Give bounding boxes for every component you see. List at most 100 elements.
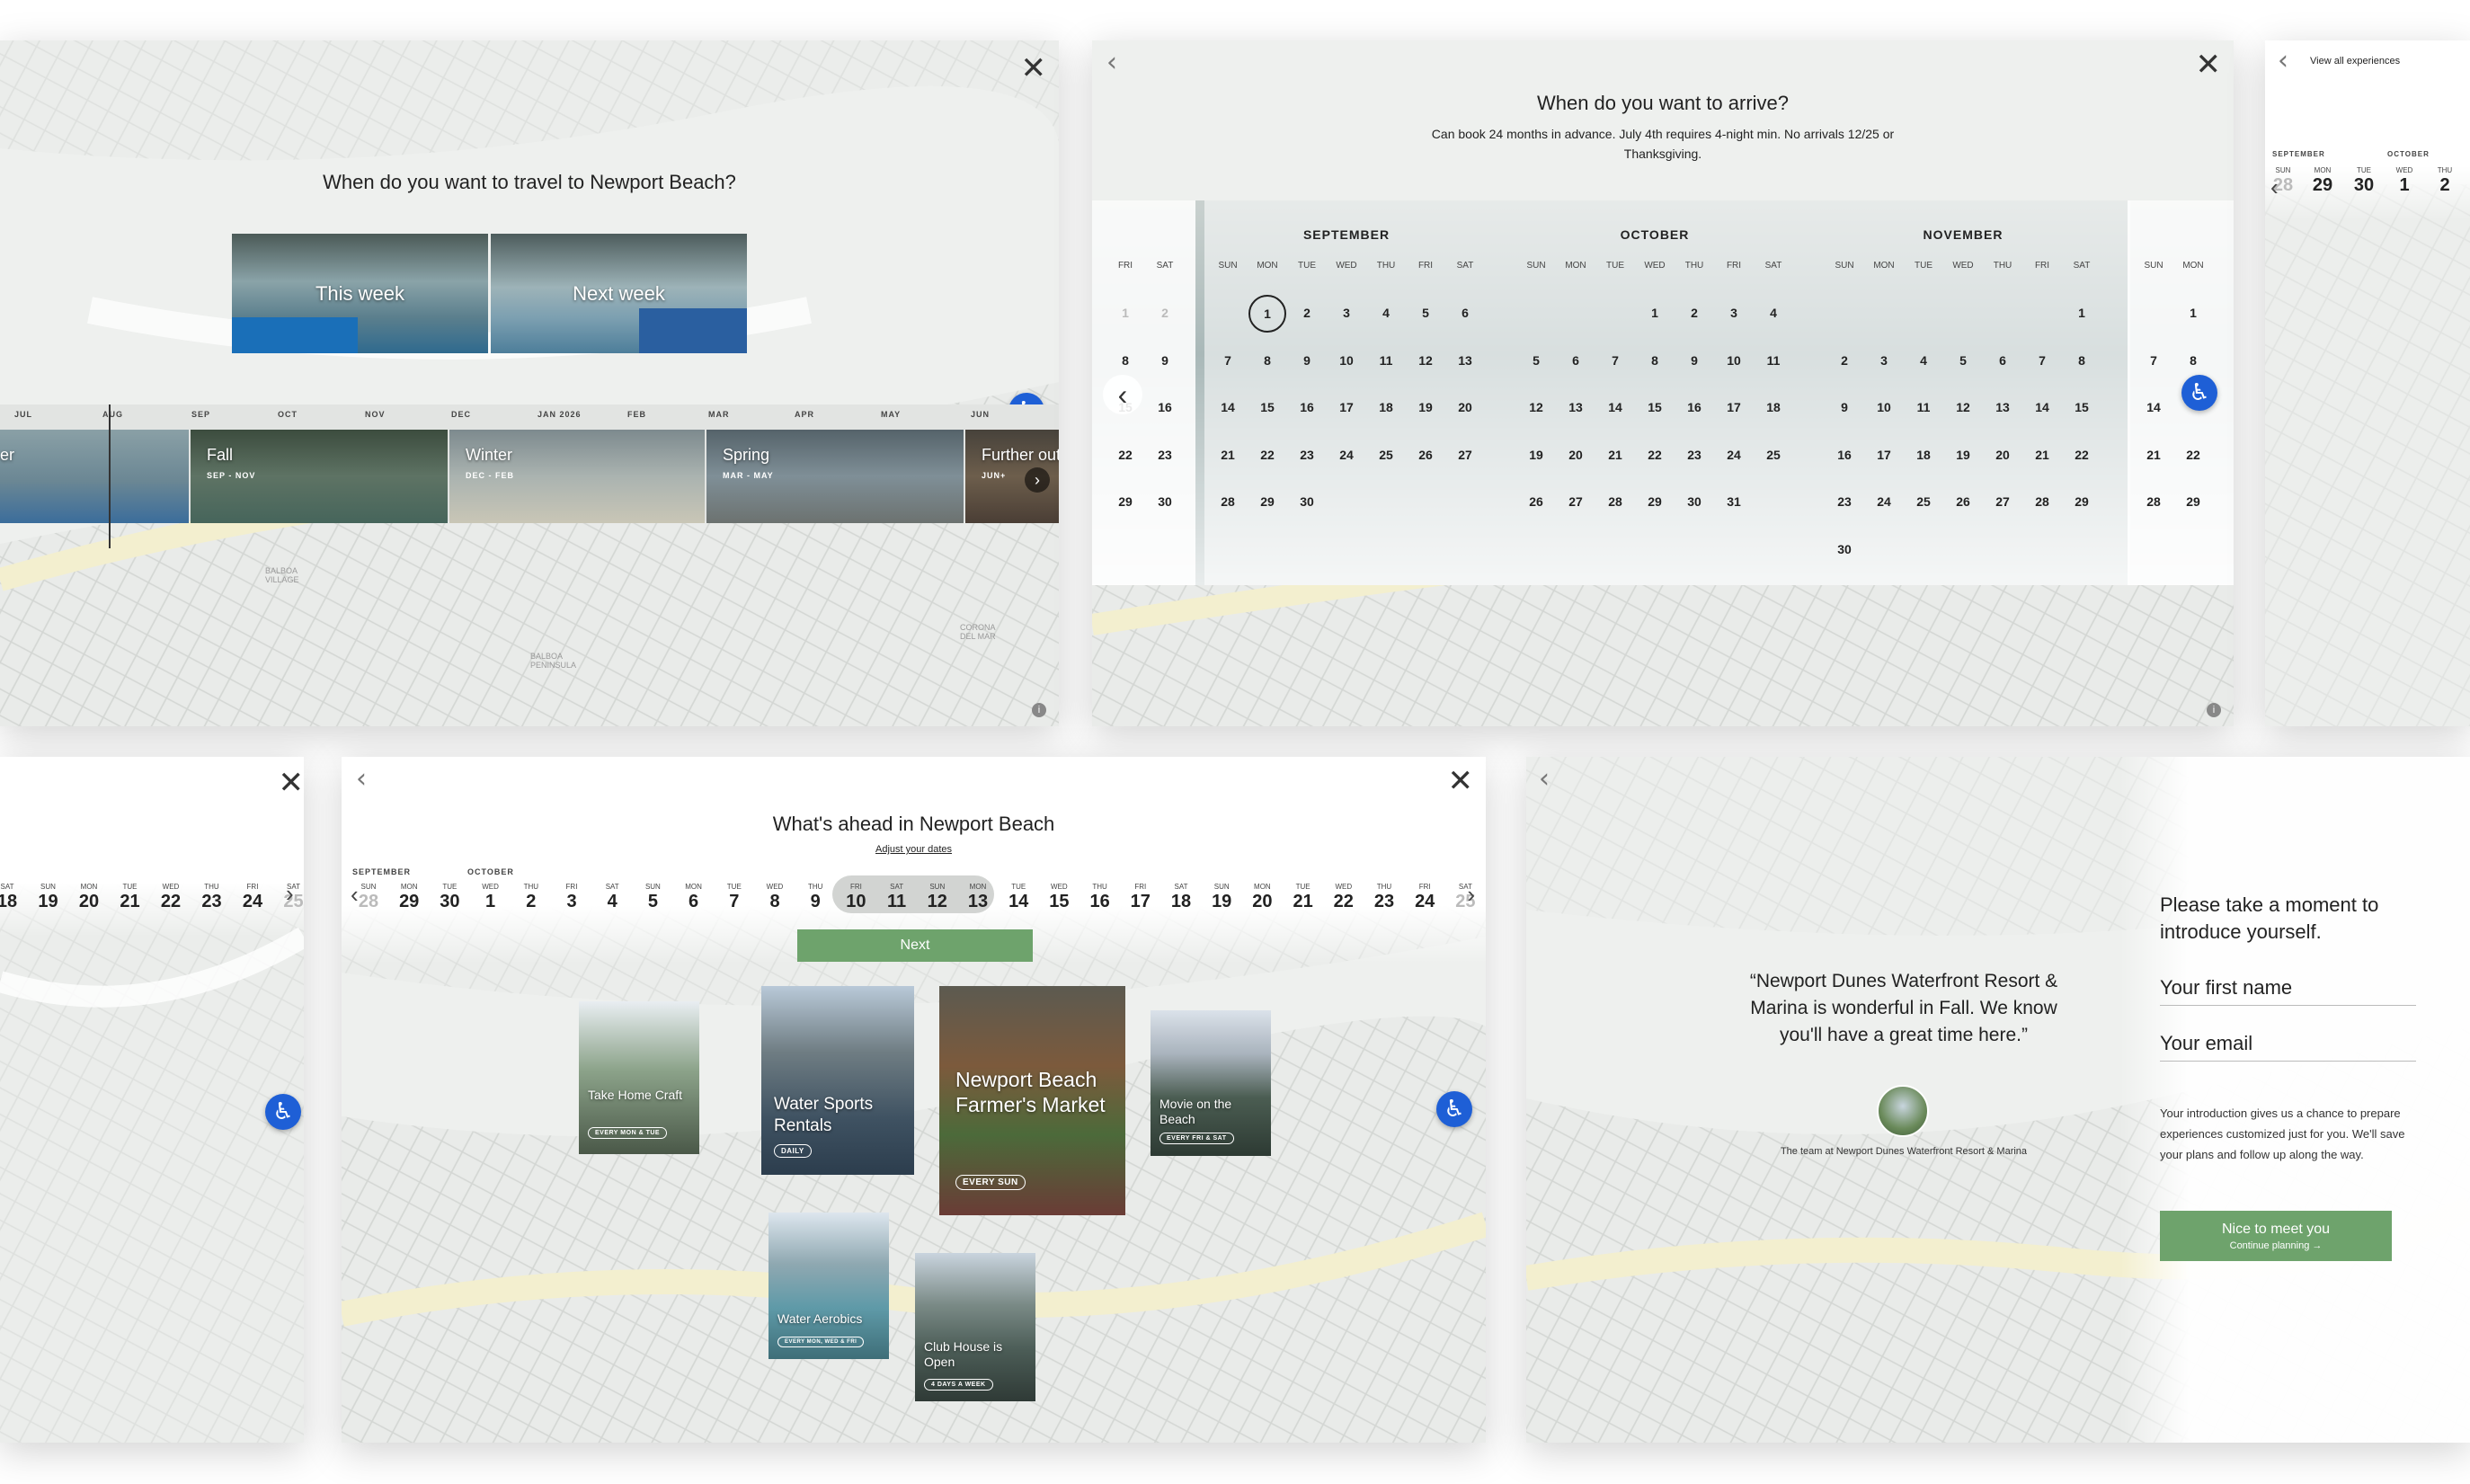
calendar-day[interactable]: 2 — [1825, 353, 1864, 368]
next-button[interactable]: Next — [797, 929, 1033, 962]
chevron-left-icon[interactable]: ‹ — [2270, 173, 2279, 201]
calendar-day[interactable]: 3 — [1714, 306, 1754, 320]
back-icon[interactable]: ‹ — [1539, 766, 1550, 793]
date-cell[interactable]: 9 — [795, 892, 835, 912]
back-icon[interactable]: ‹ — [356, 766, 367, 793]
date-cell[interactable]: 3 — [552, 892, 591, 912]
calendar-day[interactable]: 10 — [1327, 353, 1366, 368]
calendar-day[interactable]: 1 — [2062, 306, 2101, 320]
calendar-day[interactable]: 19 — [1943, 448, 1983, 462]
accessibility-icon[interactable]: ♿ — [265, 1094, 301, 1130]
calendar-day[interactable]: 10 — [1864, 400, 1904, 414]
season-winter[interactable]: Winter DEC - FEB — [449, 430, 705, 523]
date-cell[interactable]: 1 — [471, 892, 511, 912]
date-cell[interactable]: 23 — [192, 892, 232, 912]
date-cell[interactable]: 12 — [918, 892, 957, 912]
calendar-day[interactable]: 14 — [1208, 400, 1248, 414]
calendar-day[interactable]: 24 — [1327, 448, 1366, 462]
calendar-day[interactable]: 18 — [1754, 400, 1793, 414]
date-cell[interactable]: 1 — [2385, 175, 2424, 196]
calendar-day[interactable]: 16 — [1145, 400, 1185, 414]
this-week-option[interactable]: This week — [232, 234, 488, 353]
accessibility-icon[interactable]: ♿ — [2181, 375, 2217, 411]
calendar-day[interactable]: 14 — [2134, 400, 2173, 414]
date-cell[interactable]: 18 — [1161, 892, 1201, 912]
chevron-right-icon[interactable]: › — [1467, 881, 1475, 909]
calendar-day[interactable]: 9 — [1825, 400, 1864, 414]
date-cell[interactable]: 11 — [877, 892, 917, 912]
view-all-experiences-link[interactable]: View all experiences — [2310, 56, 2400, 67]
chevron-right-icon[interactable]: › — [286, 880, 294, 908]
info-icon[interactable]: i — [2207, 703, 2221, 717]
info-icon[interactable]: i — [1032, 703, 1046, 717]
calendar-day[interactable]: 7 — [1208, 353, 1248, 368]
date-cell[interactable]: 24 — [233, 892, 272, 912]
calendar-day[interactable]: 21 — [2022, 448, 2062, 462]
calendar-day[interactable]: 31 — [1714, 494, 1754, 509]
date-cell[interactable]: 22 — [1324, 892, 1364, 912]
season-summer[interactable]: er — [0, 430, 189, 523]
calendar-day[interactable]: 8 — [2173, 353, 2213, 368]
close-icon[interactable]: ✕ — [1448, 766, 1474, 796]
calendar-day[interactable]: 8 — [2062, 353, 2101, 368]
date-cell[interactable]: 2 — [511, 892, 551, 912]
calendar-day[interactable]: 25 — [1904, 494, 1943, 509]
calendar-day[interactable]: 30 — [1145, 494, 1185, 509]
date-cell[interactable]: 29 — [389, 892, 429, 912]
experience-card[interactable]: Club House is Open 4 DAYS A WEEK — [915, 1253, 1035, 1401]
calendar-day[interactable]: 19 — [1516, 448, 1556, 462]
calendar-day[interactable]: 22 — [1635, 448, 1675, 462]
next-week-option[interactable]: Next week — [491, 234, 747, 353]
calendar-day[interactable]: 22 — [1248, 448, 1287, 462]
experience-card[interactable]: Water Sports Rentals DAILY — [761, 986, 914, 1175]
calendar-day[interactable]: 29 — [1106, 494, 1145, 509]
date-cell[interactable]: 18 — [0, 892, 27, 912]
experience-card[interactable]: Take Home Craft EVERY MON & TUE — [579, 1001, 699, 1154]
calendar-day[interactable]: 5 — [1943, 353, 1983, 368]
close-icon[interactable]: ✕ — [2196, 49, 2222, 80]
calendar-day[interactable]: 12 — [1516, 400, 1556, 414]
calendar-day[interactable]: 29 — [2062, 494, 2101, 509]
calendar-day[interactable]: 28 — [2134, 494, 2173, 509]
date-cell[interactable]: 21 — [1284, 892, 1323, 912]
close-icon[interactable]: ✕ — [279, 768, 305, 798]
calendar-day[interactable]: 27 — [1445, 448, 1485, 462]
calendar-day[interactable]: 13 — [1556, 400, 1595, 414]
date-cell[interactable]: 24 — [1405, 892, 1444, 912]
calendar-day[interactable]: 8 — [1248, 353, 1287, 368]
calendar-day[interactable]: 18 — [1904, 448, 1943, 462]
calendar-day[interactable]: 8 — [1635, 353, 1675, 368]
calendar-day[interactable]: 11 — [1754, 353, 1793, 368]
calendar-day[interactable]: 26 — [1406, 448, 1445, 462]
calendar-day[interactable]: 2 — [1675, 306, 1714, 320]
date-cell[interactable]: 20 — [1242, 892, 1282, 912]
calendar-day[interactable]: 16 — [1675, 400, 1714, 414]
close-icon[interactable]: ✕ — [1021, 53, 1047, 84]
calendar-day[interactable]: 10 — [1714, 353, 1754, 368]
date-cell[interactable]: 16 — [1080, 892, 1120, 912]
accessibility-icon[interactable]: ♿ — [1436, 1091, 1472, 1127]
date-cell[interactable]: 19 — [1202, 892, 1241, 912]
calendar-day[interactable]: 4 — [1366, 306, 1406, 320]
adjust-dates-link[interactable]: Adjust your dates — [342, 844, 1486, 855]
calendar-day[interactable]: 16 — [1287, 400, 1327, 414]
experience-card[interactable]: Newport Beach Farmer's Market EVERY SUN — [939, 986, 1125, 1215]
calendar-day[interactable]: 7 — [2022, 353, 2062, 368]
calendar-day[interactable]: 16 — [1825, 448, 1864, 462]
date-cell[interactable]: 21 — [111, 892, 150, 912]
calendar-day[interactable]: 15 — [1248, 400, 1287, 414]
date-cell[interactable]: 8 — [755, 892, 795, 912]
calendar-day[interactable]: 25 — [1754, 448, 1793, 462]
nice-to-meet-you-button[interactable]: Nice to meet you Continue planning → — [2160, 1211, 2392, 1261]
calendar-day[interactable]: 5 — [1406, 306, 1445, 320]
calendar-day[interactable]: 30 — [1675, 494, 1714, 509]
date-cell[interactable]: 14 — [999, 892, 1038, 912]
date-cell[interactable]: 10 — [836, 892, 875, 912]
calendar-day[interactable]: 12 — [1406, 353, 1445, 368]
calendar-day[interactable]: 6 — [1983, 353, 2022, 368]
calendar-day[interactable]: 2 — [1287, 306, 1327, 320]
date-cell[interactable]: 25 — [1445, 892, 1485, 912]
date-cell[interactable]: 23 — [1364, 892, 1404, 912]
calendar-day[interactable]: 9 — [1287, 353, 1327, 368]
calendar-day[interactable]: 9 — [1675, 353, 1714, 368]
